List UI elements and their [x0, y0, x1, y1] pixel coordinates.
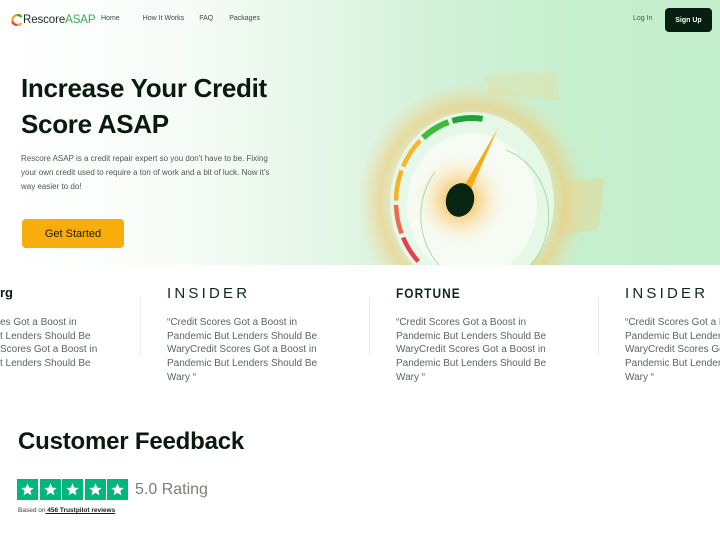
nav-links: Home How It Works FAQ Packages [101, 15, 282, 22]
star-icon [107, 479, 128, 500]
press-divider [369, 297, 370, 355]
logo-text: RescoreASAP [23, 14, 96, 26]
press-card-fortune: FORTUNE “Credit Scores Got a Boost in Pa… [396, 285, 596, 385]
gauge-segment [451, 115, 484, 124]
press-logo-insider: INSIDER [167, 285, 251, 302]
get-started-button[interactable]: Get Started [22, 219, 124, 248]
login-link[interactable]: Log In [633, 15, 652, 22]
press-quote-line: t Lenders Should Be [0, 358, 91, 370]
trustpilot-reviews-link[interactable]: 456 Trustpilot reviews [45, 507, 115, 514]
reviews-summary: Based on 456 Trustpilot reviews [18, 507, 115, 514]
press-divider [140, 297, 141, 355]
hero-title: Increase Your Credit Score ASAP [21, 70, 321, 142]
logo-text-main: Rescore [23, 14, 66, 26]
credit-score-gauge-illustration [360, 72, 605, 265]
press-divider [598, 297, 599, 355]
rating-text: 5.0 Rating [135, 481, 208, 498]
signup-button[interactable]: Sign Up [665, 8, 712, 32]
press-quote-line: Scores Got a Boost in [0, 344, 98, 356]
customer-feedback-title: Customer Feedback [18, 428, 245, 455]
gauge-halo-flare [560, 178, 605, 235]
press-card-bloomberg: rg es Got a Boost in t Lenders Should Be… [0, 285, 130, 371]
nav-link-faq[interactable]: FAQ [199, 15, 213, 22]
press-logo-fortune: FORTUNE [396, 285, 461, 301]
logo[interactable]: RescoreASAP [11, 12, 96, 28]
nav-link-packages[interactable]: Packages [229, 15, 260, 22]
press-card-insider-2: INSIDER “Credit Scores Got a Boost in Pa… [625, 285, 720, 385]
press-quote-line: es Got a Boost in [0, 317, 77, 328]
star-icon [62, 479, 83, 500]
press-quote: “Credit Scores Got a Boost in Pandemic B… [625, 317, 720, 383]
hero-section: RescoreASAP Home How It Works FAQ Packag… [0, 0, 720, 265]
hero-description: Rescore ASAP is a credit repair expert s… [21, 154, 270, 191]
hero-title-line-1: Increase Your Credit [21, 73, 267, 103]
reviews-prefix: Based on [18, 507, 46, 514]
star-icon [17, 479, 38, 500]
nav-link-how-it-works[interactable]: How It Works [143, 15, 185, 22]
press-mentions: rg es Got a Boost in t Lenders Should Be… [0, 285, 720, 395]
hero-title-line-2: Score ASAP [21, 109, 169, 139]
star-icon [39, 479, 61, 500]
trustpilot-stars [17, 479, 130, 500]
logo-text-accent: ASAP [65, 14, 96, 26]
press-logo-insider: INSIDER [625, 285, 709, 302]
press-logo-bloomberg: rg [0, 285, 13, 300]
top-nav: RescoreASAP Home How It Works FAQ Packag… [0, 0, 720, 40]
press-quote: es Got a Boost in t Lenders Should Be Sc… [0, 316, 130, 371]
press-quote: “Credit Scores Got a Boost in Pandemic B… [396, 317, 547, 383]
star-icon [84, 479, 106, 500]
press-quote: “Credit Scores Got a Boost in Pandemic B… [167, 317, 318, 383]
press-card-insider: INSIDER “Credit Scores Got a Boost in Pa… [167, 285, 367, 385]
press-quote-line: t Lenders Should Be [0, 330, 91, 342]
logo-icon [11, 14, 23, 26]
nav-link-home[interactable]: Home [101, 15, 120, 22]
